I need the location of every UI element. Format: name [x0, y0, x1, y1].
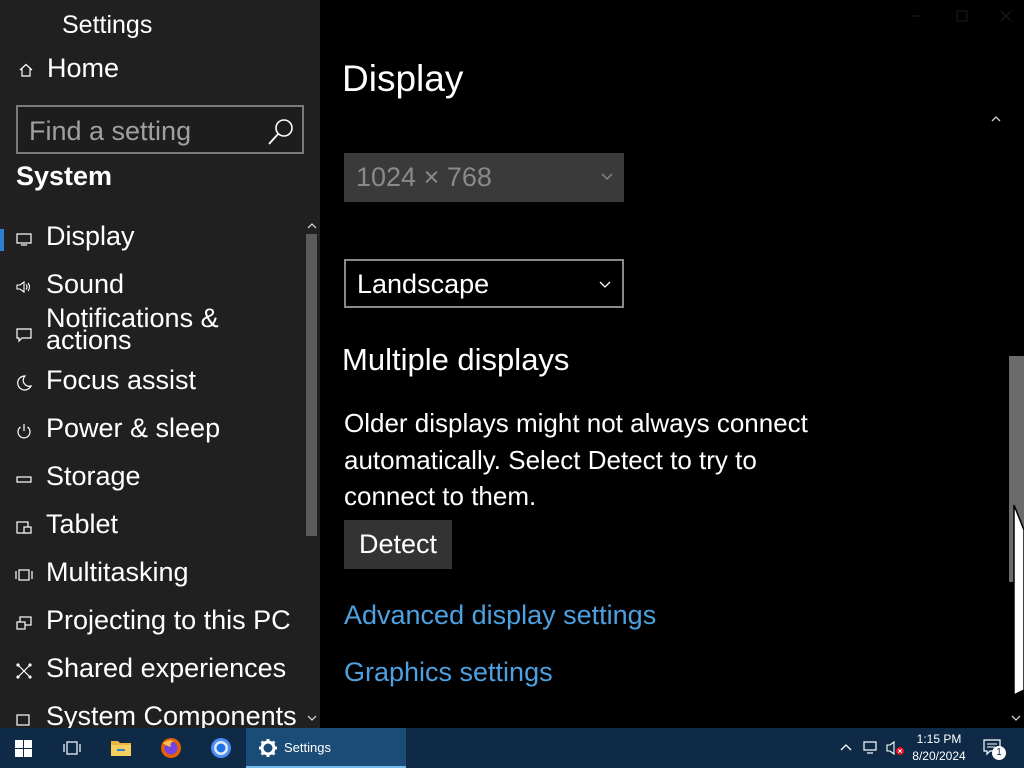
sidebar-item-shared-experiences[interactable]: Shared experiences [0, 647, 304, 695]
sidebar-item-label: Power & sleep [46, 413, 221, 443]
firefox-button[interactable] [146, 728, 196, 768]
storage-icon [16, 476, 32, 483]
settings-taskbar-button[interactable]: Settings [246, 728, 406, 768]
sidebar-item-display[interactable]: Display [0, 215, 304, 263]
task-view-button[interactable] [48, 728, 96, 768]
minimize-icon[interactable] [908, 8, 924, 24]
notifications-icon [16, 328, 32, 343]
chrome-icon [211, 738, 231, 758]
tablet-icon [16, 521, 32, 534]
resolution-value: 1024 × 768 [356, 162, 492, 192]
sidebar-item-system-components[interactable]: System Components [0, 695, 304, 728]
sidebar-item-label: Focus assist [46, 365, 197, 395]
scroll-down-arrow-icon[interactable] [305, 711, 319, 725]
sidebar-item-power-sleep[interactable]: Power & sleep [0, 407, 304, 455]
file-explorer-button[interactable] [96, 728, 146, 768]
main-content: Display 1024 × 768 Landscape Multiple di… [320, 0, 1024, 728]
close-icon[interactable] [998, 8, 1014, 24]
sidebar-item-label: Notifications & actions [46, 303, 219, 355]
mouse-cursor-icon [1013, 504, 1024, 697]
sidebar-item-label: Multitasking [46, 557, 189, 587]
section-title: System [16, 161, 113, 191]
sidebar-item-label: Tablet [46, 509, 119, 539]
page-title: Display [342, 58, 464, 99]
maximize-icon[interactable] [954, 8, 970, 24]
chrome-button[interactable] [196, 728, 246, 768]
scroll-up-arrow-icon[interactable] [305, 219, 319, 233]
sidebar-item-label: Display [46, 221, 135, 251]
sidebar-item-label: Storage [46, 461, 141, 491]
app-title: Settings [62, 11, 153, 39]
moon-icon [17, 375, 33, 391]
sidebar-scrollbar-thumb[interactable] [306, 234, 317, 536]
start-button[interactable] [0, 728, 48, 768]
volume-muted-icon[interactable] [885, 739, 905, 757]
folder-icon [111, 741, 131, 756]
scroll-up-arrow-icon[interactable] [989, 112, 1003, 126]
sound-icon [16, 280, 31, 294]
firefox-icon [161, 738, 181, 758]
orientation-dropdown[interactable]: Landscape [344, 259, 624, 308]
notification-count-badge: 1 [992, 746, 1006, 760]
window-controls [884, 0, 1024, 32]
chevron-down-icon [599, 281, 611, 288]
selected-indicator [0, 229, 4, 251]
multitasking-icon [15, 569, 33, 581]
multiple-displays-description: Older displays might not always connect … [344, 408, 808, 511]
sidebar-item-multitasking[interactable]: Multitasking [0, 551, 304, 599]
sidebar: Settings Home Find a setting System Disp… [0, 0, 320, 728]
task-view-icon [63, 741, 81, 755]
home-icon [19, 63, 33, 77]
orientation-value: Landscape [357, 269, 490, 299]
clock-date: 8/20/2024 [912, 749, 966, 763]
network-icon[interactable] [862, 739, 880, 757]
resolution-dropdown[interactable]: 1024 × 768 [344, 153, 624, 202]
sidebar-item-projecting[interactable]: Projecting to this PC [0, 599, 304, 647]
taskbar-clock[interactable]: 1:15 PM 8/20/2024 [906, 731, 972, 765]
power-icon [17, 424, 31, 439]
scroll-down-arrow-icon[interactable] [1009, 711, 1023, 725]
sidebar-item-label: Projecting to this PC [46, 605, 291, 635]
windows-logo-icon [15, 740, 32, 757]
sidebar-item-label: Sound [46, 269, 125, 299]
taskbar: Settings 1:15 PM 8/20/2024 1 [0, 728, 1024, 768]
clock-time: 1:15 PM [916, 732, 962, 746]
chevron-up-icon[interactable] [838, 740, 854, 756]
shared-experiences-icon [16, 663, 32, 679]
search-icon[interactable] [266, 117, 296, 147]
sidebar-item-label: Shared experiences [46, 653, 287, 683]
multiple-displays-heading: Multiple displays [342, 342, 570, 377]
chevron-down-icon [601, 173, 613, 180]
advanced-display-settings-link[interactable]: Advanced display settings [344, 600, 656, 631]
settings-taskbar-label: Settings [284, 740, 331, 755]
sidebar-item-notifications[interactable]: Notifications & actions [0, 305, 304, 359]
sidebar-item-tablet[interactable]: Tablet [0, 503, 304, 551]
system-components-icon [16, 714, 30, 726]
home-label: Home [47, 53, 120, 83]
graphics-settings-link[interactable]: Graphics settings [344, 657, 553, 688]
projecting-icon [16, 616, 32, 630]
sidebar-item-focus-assist[interactable]: Focus assist [0, 359, 304, 407]
sidebar-item-storage[interactable]: Storage [0, 455, 304, 503]
sidebar-item-label: System Components [46, 701, 297, 728]
nav-list: Display Sound Notifications & actions Fo… [0, 215, 304, 728]
display-icon [16, 233, 32, 246]
search-input[interactable]: Find a setting [16, 105, 304, 154]
home-nav-item[interactable]: Home [0, 50, 320, 90]
search-placeholder: Find a setting [29, 116, 192, 146]
action-center-button[interactable]: 1 [978, 736, 1008, 762]
gear-icon [259, 739, 277, 757]
detect-button[interactable]: Detect [344, 520, 452, 569]
